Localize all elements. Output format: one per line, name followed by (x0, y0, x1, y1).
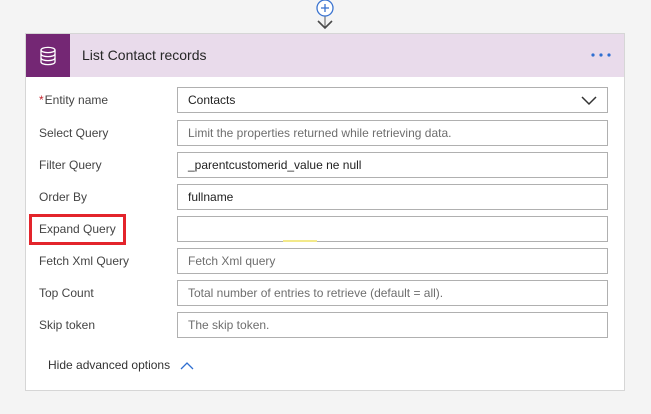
expand-query-input[interactable] (177, 216, 608, 242)
select-query-label: Select Query (39, 126, 109, 140)
top-count-input[interactable]: Total number of entries to retrieve (def… (177, 280, 608, 306)
chevron-up-icon (180, 361, 194, 369)
action-card: List Contact records *Entity name Contac… (25, 33, 625, 391)
order-by-input[interactable]: fullname (177, 184, 608, 210)
select-query-input[interactable]: Limit the properties returned while retr… (177, 120, 608, 146)
filter-query-label: Filter Query (39, 158, 102, 172)
skip-token-input[interactable]: The skip token. (177, 312, 608, 338)
fetch-xml-query-label: Fetch Xml Query (39, 254, 130, 268)
ellipsis-icon (591, 53, 611, 57)
skip-token-label: Skip token (39, 318, 96, 332)
entity-name-label: *Entity name (39, 93, 109, 107)
action-header[interactable]: List Contact records (26, 34, 624, 77)
entity-name-select[interactable]: Contacts (177, 87, 608, 113)
database-icon (26, 34, 70, 77)
required-marker: * (39, 93, 44, 107)
action-title: List Contact records (82, 47, 207, 63)
expand-query-label: Expand Query (39, 222, 116, 236)
filter-query-input[interactable]: _parentcustomerid_value ne null (177, 152, 608, 178)
hide-advanced-options-label: Hide advanced options (48, 358, 171, 372)
text-cursor-highlight (283, 240, 317, 242)
entity-name-value: Contacts (188, 93, 236, 107)
hide-advanced-options-button[interactable]: Hide advanced options (48, 352, 194, 378)
fetch-xml-query-input[interactable]: Fetch Xml query (177, 248, 608, 274)
order-by-label: Order By (39, 190, 88, 204)
top-count-label: Top Count (39, 286, 94, 300)
step-connector (316, 0, 334, 30)
more-options-button[interactable] (588, 44, 614, 66)
chevron-down-icon (581, 96, 597, 106)
